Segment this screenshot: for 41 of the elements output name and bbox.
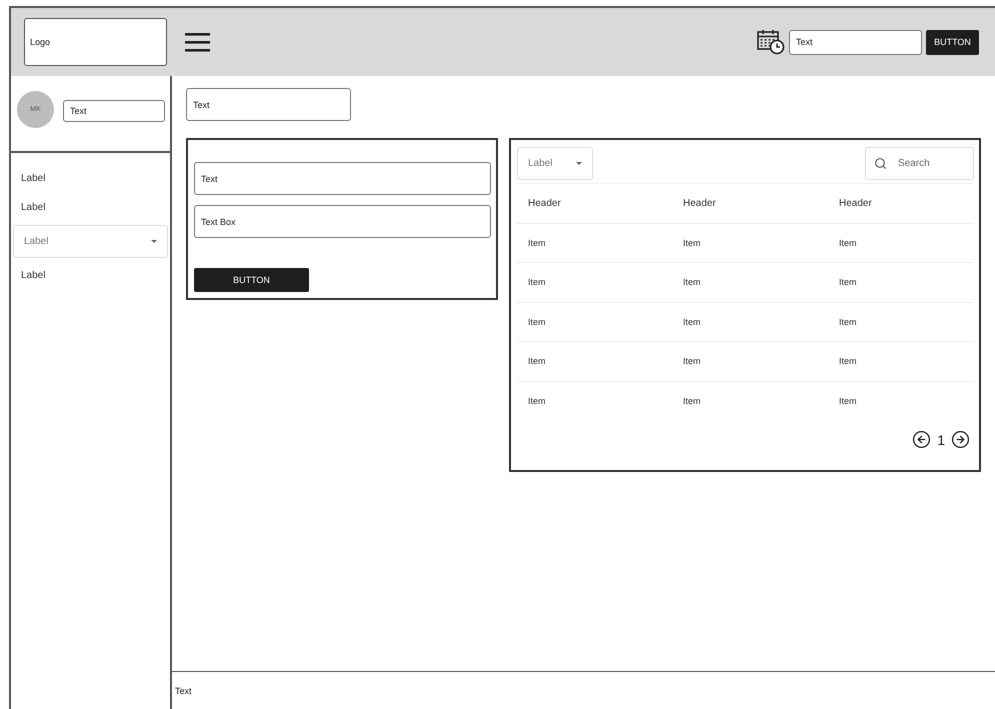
table-cell-text: Item: [682, 277, 702, 288]
header-button[interactable]: BUTTON: [926, 30, 979, 54]
table-cell-text: Item: [527, 238, 547, 248]
column-header: Header: [682, 198, 717, 209]
form-button[interactable]: BUTTON: [194, 268, 309, 292]
header-text-field[interactable]: Text: [789, 30, 922, 54]
next-page-icon[interactable]: [951, 430, 970, 449]
table-cell-text: Item: [682, 238, 702, 248]
caret-icon: [151, 240, 157, 243]
sidebar-item[interactable]: Label: [13, 194, 168, 221]
caret-icon: [576, 162, 582, 165]
table-cell-text: Item: [838, 396, 858, 406]
table-cell-text: Item: [838, 238, 858, 248]
table-cell-text: Item: [838, 277, 858, 288]
column-header: Header: [527, 198, 562, 209]
sidebar-dropdown[interactable]: Label: [13, 225, 168, 258]
name-field[interactable]: Text: [63, 100, 165, 122]
column-header: Header: [838, 198, 873, 209]
form-text-field[interactable]: Text: [194, 162, 491, 195]
table-cell-text: Item: [682, 316, 702, 327]
sidebar-item[interactable]: Label: [13, 262, 168, 289]
calendar-clock-icon: [757, 29, 785, 55]
search-icon: [874, 157, 887, 170]
table-cell-text: Item: [527, 396, 547, 406]
table-cell-text: Item: [527, 277, 547, 288]
table-cell-text: Item: [682, 396, 702, 406]
previous-page-icon[interactable]: [912, 430, 932, 449]
table-cell-text: Item: [838, 356, 858, 366]
text-field[interactable]: Text: [186, 88, 351, 121]
logo-box: Logo: [24, 18, 167, 66]
table-cell-text: Item: [527, 356, 547, 366]
footer-text: Text: [175, 686, 192, 696]
sidebar-item[interactable]: Label: [13, 165, 168, 192]
form-text-field[interactable]: Text Box: [194, 205, 491, 238]
table-cell-text: Item: [682, 356, 702, 366]
page-number: 1: [937, 432, 945, 448]
table-cell-text: Item: [838, 316, 858, 327]
menu-icon[interactable]: [185, 32, 210, 52]
table-cell-text: Item: [527, 316, 547, 327]
search-field[interactable]: Search: [865, 147, 974, 180]
filter-dropdown[interactable]: Label: [517, 147, 593, 180]
